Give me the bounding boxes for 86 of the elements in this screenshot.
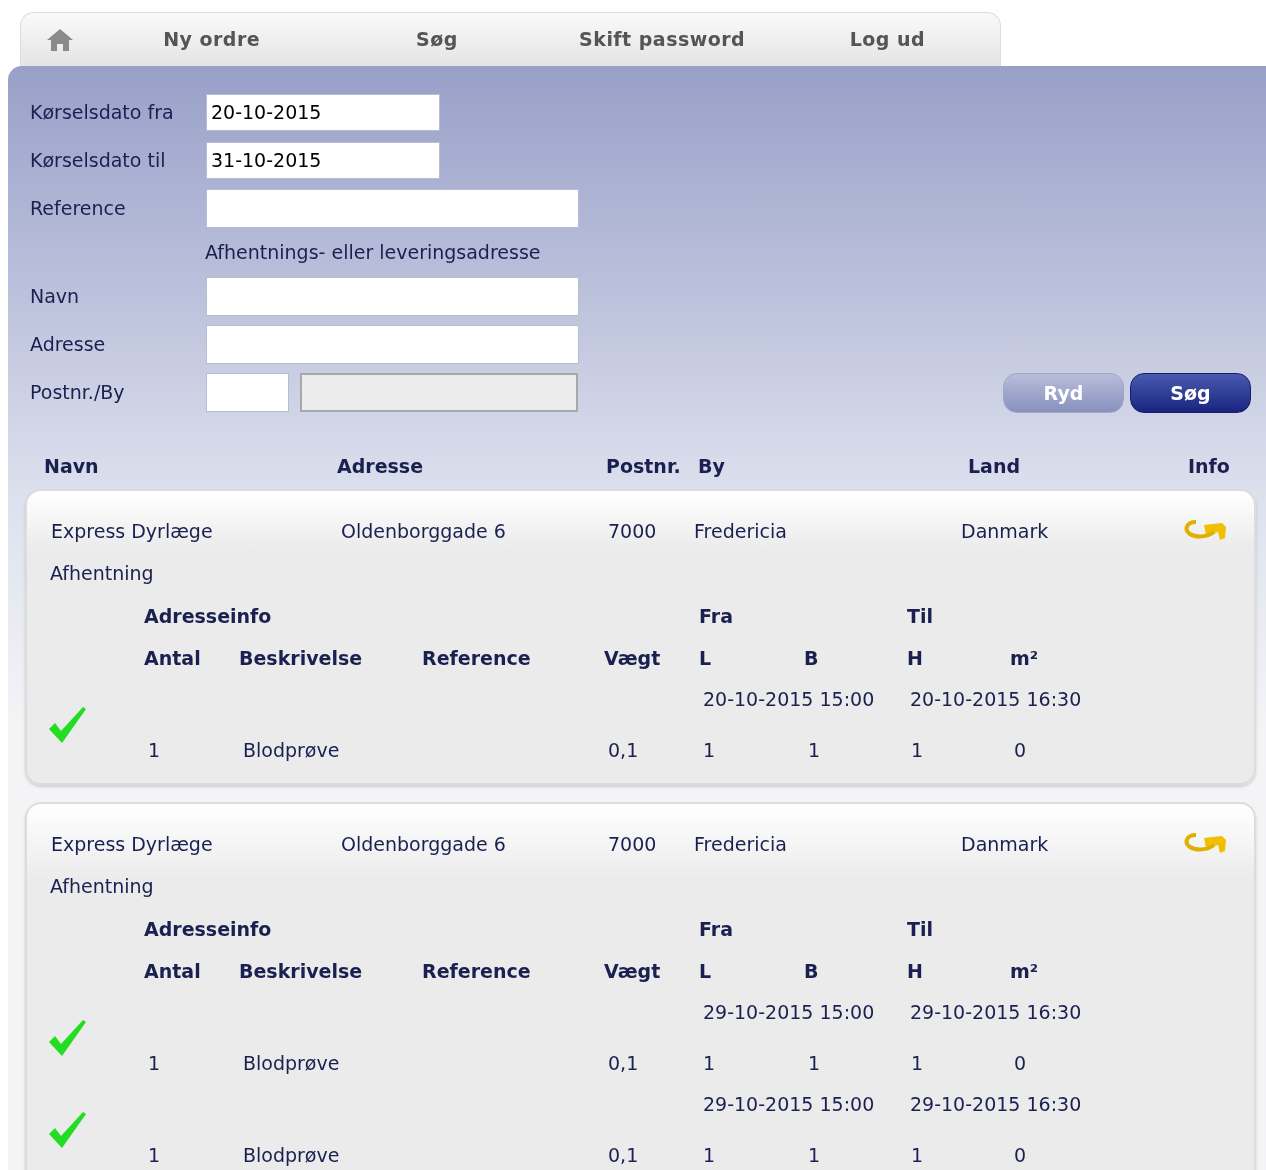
- date-cell-text: 29-10-2015 16:30: [909, 1091, 1083, 1117]
- column-header: L: [699, 646, 713, 671]
- table-cell-text: Express Dyrlæge: [51, 831, 214, 857]
- group-header: Adresseinfo: [144, 603, 273, 629]
- field-label: Postnr./By: [30, 379, 126, 405]
- table-cell-text: 0: [1013, 738, 1028, 763]
- field-label: Navn: [30, 283, 81, 309]
- table-cell-text: Danmark: [961, 831, 1050, 857]
- table-cell-text: Blodprøve: [242, 1143, 341, 1168]
- table-cell-text: Fredericia: [694, 831, 788, 857]
- column-header: Vægt: [604, 959, 662, 984]
- table-cell-text: Blodprøve: [242, 738, 341, 763]
- column-header: Antal: [144, 646, 202, 671]
- table-cell-text: 1: [147, 1051, 162, 1076]
- table-cell-text: 0: [1013, 1051, 1028, 1076]
- nav-link[interactable]: Søg: [416, 25, 458, 54]
- row-type: Afhentning: [50, 875, 154, 897]
- table-cell-text: 1: [910, 1143, 925, 1168]
- table-cell-text: 1: [702, 1143, 717, 1168]
- column-header: By: [698, 454, 726, 479]
- column-header: B: [804, 646, 820, 671]
- input-field[interactable]: [206, 324, 579, 364]
- column-header: H: [907, 959, 924, 984]
- table-cell-text: 0,1: [607, 1051, 640, 1076]
- column-header: Adresse: [337, 454, 425, 479]
- table-cell-text: Danmark: [961, 518, 1050, 544]
- column-header: m²: [1010, 646, 1040, 671]
- column-header: B: [804, 959, 820, 984]
- group-header: Til: [907, 603, 934, 629]
- table-cell-text: 1: [702, 738, 717, 763]
- search-button[interactable]: Søg: [1130, 373, 1251, 413]
- group-header: Til: [907, 916, 934, 942]
- group-header: Fra: [699, 603, 734, 629]
- column-header: Land: [968, 454, 1022, 479]
- group-header: Fra: [699, 916, 734, 942]
- input-field[interactable]: [206, 276, 579, 316]
- nav-link[interactable]: Ny ordre: [163, 25, 261, 54]
- column-header: Antal: [144, 959, 202, 984]
- table-cell-text: 1: [910, 1051, 925, 1076]
- table-cell-text: 1: [910, 738, 925, 763]
- field-label: Kørselsdato fra: [30, 99, 175, 125]
- group-header: Adresseinfo: [144, 916, 273, 942]
- table-cell-text: 0: [1013, 1143, 1028, 1168]
- table-cell-text: Blodprøve: [242, 1051, 341, 1076]
- field-label: Adresse: [30, 331, 107, 357]
- column-header: Vægt: [604, 646, 662, 671]
- date-cell-text: 29-10-2015 16:30: [909, 999, 1083, 1025]
- field-label: Reference: [30, 195, 127, 221]
- table-cell-text: 1: [807, 1143, 822, 1168]
- date-field[interactable]: 20-10-2015: [206, 93, 440, 131]
- table-cell-text: 7000: [608, 831, 658, 857]
- table-cell-text: 1: [147, 738, 162, 763]
- column-header: Postnr.: [606, 454, 682, 479]
- table-cell-text: 1: [702, 1051, 717, 1076]
- input-field[interactable]: [206, 188, 579, 228]
- date-field[interactable]: 31-10-2015: [206, 141, 440, 179]
- date-cell-text: 29-10-2015 15:00: [702, 999, 876, 1025]
- home-icon[interactable]: [46, 26, 74, 53]
- table-cell-text: 1: [147, 1143, 162, 1168]
- table-cell-text: Oldenborggade 6: [341, 518, 507, 544]
- column-header: H: [907, 646, 924, 671]
- table-cell-text: 0,1: [607, 1143, 640, 1168]
- nav-link[interactable]: Log ud: [849, 25, 926, 54]
- nav-link[interactable]: Skift password: [579, 25, 746, 54]
- column-header: Reference: [422, 646, 532, 671]
- column-header: Navn: [44, 454, 100, 479]
- section-note: Afhentnings- eller leveringsadresse: [205, 239, 541, 265]
- column-header: Beskrivelse: [239, 646, 364, 671]
- date-cell-text: 20-10-2015 15:00: [702, 686, 876, 712]
- table-cell-text: 1: [807, 1051, 822, 1076]
- table-cell-text: 0,1: [607, 738, 640, 763]
- column-header: m²: [1010, 959, 1040, 984]
- column-header: Reference: [422, 959, 532, 984]
- column-header: L: [699, 959, 713, 984]
- table-cell-text: 7000: [608, 518, 658, 544]
- table-cell-text: Fredericia: [694, 518, 788, 544]
- table-cell-text: Oldenborggade 6: [341, 831, 507, 857]
- row-type: Afhentning: [50, 562, 154, 584]
- postal-code-field[interactable]: [206, 372, 289, 412]
- table-cell-text: 1: [807, 738, 822, 763]
- date-cell-text: 20-10-2015 16:30: [909, 686, 1083, 712]
- table-cell-text: Express Dyrlæge: [51, 518, 214, 544]
- date-cell-text: 29-10-2015 15:00: [702, 1091, 876, 1117]
- column-header: Beskrivelse: [239, 959, 364, 984]
- column-header: Info: [1188, 454, 1231, 479]
- field-label: Kørselsdato til: [30, 147, 167, 173]
